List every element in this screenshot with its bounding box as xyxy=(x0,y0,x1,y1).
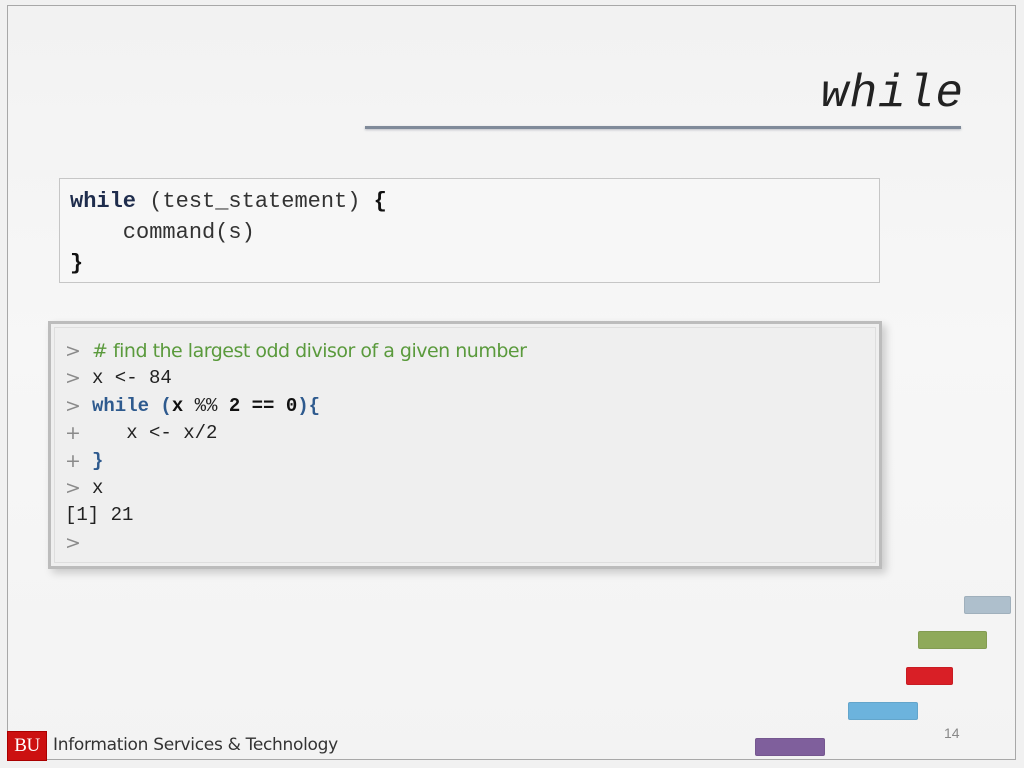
r-open-paren: ( xyxy=(149,394,172,417)
console-line: > x xyxy=(65,475,875,502)
console-continuation-prompt: + xyxy=(65,422,81,445)
decor-bar-light-blue xyxy=(848,702,918,720)
r-keyword-while: while xyxy=(92,394,150,417)
r-equals-operator: == xyxy=(240,394,286,417)
console-comment: # find the largest odd divisor of a give… xyxy=(92,340,527,362)
r-number: 2 xyxy=(228,394,241,417)
console-line: > xyxy=(65,530,875,557)
console-line: +} xyxy=(65,448,875,475)
syntax-line-2: command(s) xyxy=(70,220,255,245)
syntax-line-1: while (test_statement) { xyxy=(70,186,869,217)
r-number: 0 xyxy=(285,394,298,417)
syntax-open-brace: { xyxy=(373,189,387,214)
syntax-keyword: while xyxy=(70,189,137,214)
r-close-paren-brace: ){ xyxy=(297,394,321,417)
bu-logo: BU xyxy=(7,731,47,761)
console-prompt: > xyxy=(65,476,81,499)
console-prompt: > xyxy=(65,340,81,362)
syntax-condition: (test_statement) xyxy=(136,189,374,214)
r-modulo-operator: %% xyxy=(183,394,229,417)
decor-bar-green xyxy=(918,631,987,649)
r-console: > # find the largest odd divisor of a giv… xyxy=(48,321,882,569)
footer-org-name: Information Services & Technology xyxy=(53,735,338,755)
console-prompt: > xyxy=(65,367,81,390)
console-code: x xyxy=(92,476,104,499)
console-code: x <- 84 xyxy=(92,367,172,390)
r-variable: x xyxy=(171,394,184,417)
console-line: + x <- x/2 xyxy=(65,420,875,447)
console-prompt: > xyxy=(65,531,81,554)
r-close-brace: } xyxy=(92,449,104,472)
decor-bar-red xyxy=(906,667,953,685)
slide-title: while xyxy=(820,68,964,120)
console-prompt: > xyxy=(65,394,81,417)
decor-bar-gray-blue xyxy=(964,596,1011,614)
syntax-box: while (test_statement) { command(s) } xyxy=(59,178,880,283)
console-output-line: [1] 21 xyxy=(65,502,875,529)
console-output: [1] 21 xyxy=(65,504,134,527)
console-line: > while (x %% 2 == 0){ xyxy=(65,393,875,420)
r-console-inner: > # find the largest odd divisor of a giv… xyxy=(54,327,876,563)
console-line: > # find the largest odd divisor of a giv… xyxy=(65,338,875,365)
console-continuation-prompt: + xyxy=(65,449,81,472)
syntax-close-brace: } xyxy=(70,251,84,276)
decor-bar-purple xyxy=(755,738,825,756)
console-line: > x <- 84 xyxy=(65,365,875,392)
console-code: x <- x/2 xyxy=(92,422,218,445)
page-number: 14 xyxy=(944,725,960,741)
title-divider xyxy=(365,126,961,129)
